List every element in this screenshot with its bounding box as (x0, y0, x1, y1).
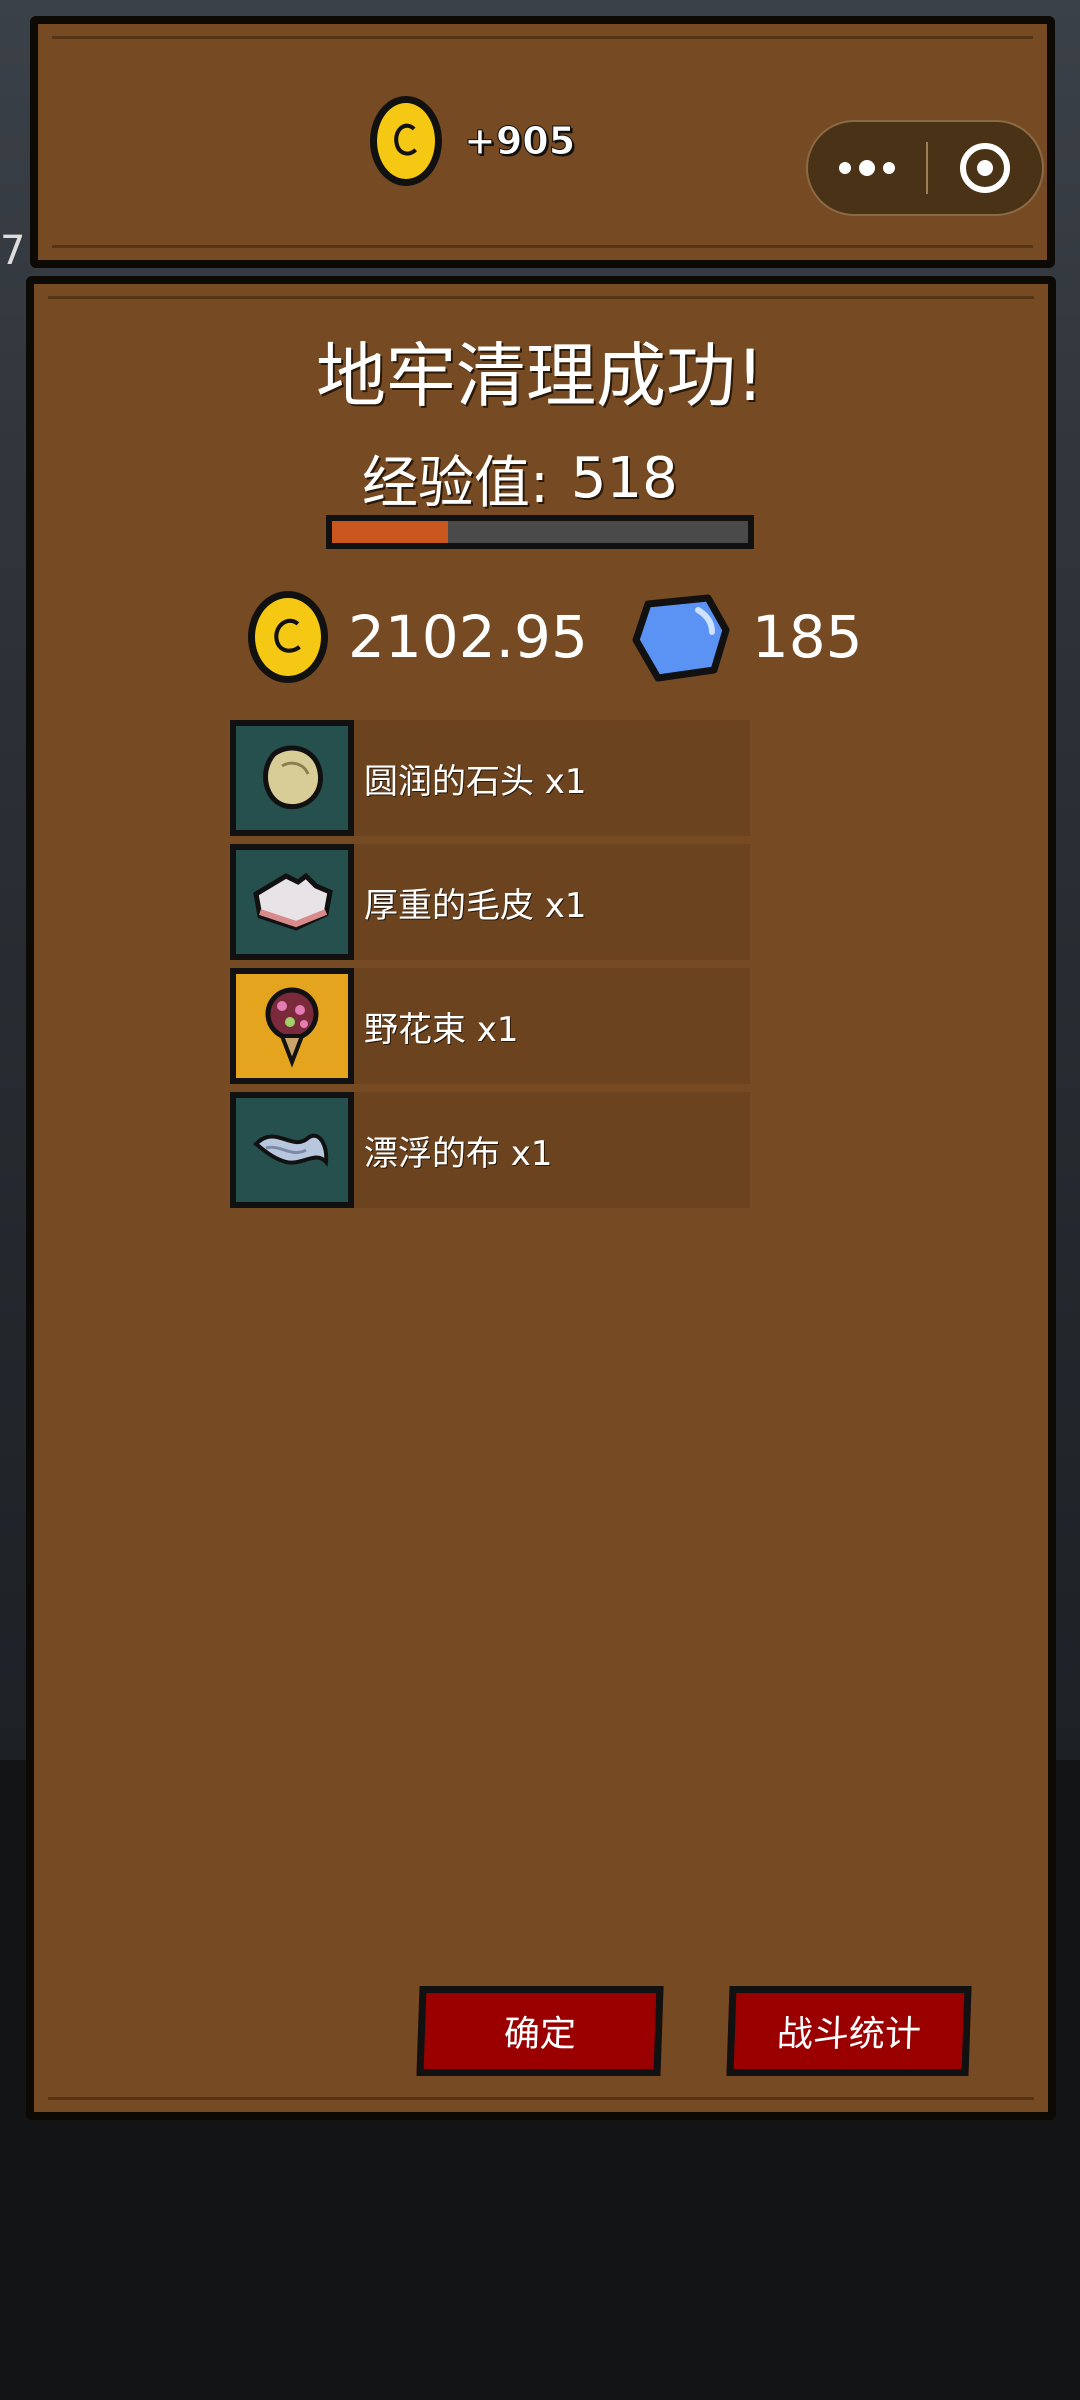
item-label: 野花束 x1 (364, 1009, 519, 1050)
gem-value: 185 (751, 603, 863, 671)
xp-label: 经验值: (362, 451, 549, 516)
target-close-icon[interactable] (928, 122, 1042, 214)
gold-coin-icon (248, 591, 328, 683)
gold-value: 2102.95 (348, 603, 588, 671)
xp-display: 经验值: 518 (362, 438, 678, 519)
list-item: 圆润的石头 x1 (230, 720, 750, 836)
list-item: 漂浮的布 x1 (230, 1092, 750, 1208)
list-item: 野花束 x1 (230, 968, 750, 1084)
battle-stats-button[interactable]: 战斗统计 (726, 1986, 972, 2076)
list-item: 厚重的毛皮 x1 (230, 844, 750, 960)
coin-icon (370, 96, 442, 186)
confirm-button[interactable]: 确定 (416, 1986, 664, 2076)
xp-progress-fill (332, 521, 449, 543)
loot-list: 圆润的石头 x1 厚重的毛皮 x1 野花束 x1 漂浮的布 x1 (230, 720, 750, 1216)
coin-gain: +905 (370, 96, 576, 186)
flower-bouquet-icon (230, 968, 354, 1084)
background-edge-text: 7 (0, 228, 26, 274)
round-stone-icon (230, 720, 354, 836)
gem-icon (628, 590, 732, 684)
xp-progress-bar (326, 515, 754, 549)
coin-gain-text: +905 (463, 119, 576, 164)
heavy-fur-icon (230, 844, 354, 960)
floating-cloth-icon (230, 1092, 354, 1208)
item-label: 漂浮的布 x1 (364, 1133, 553, 1174)
result-title: 地牢清理成功! (315, 335, 765, 417)
xp-value: 518 (570, 446, 678, 511)
item-label: 圆润的石头 x1 (364, 761, 587, 802)
currency-rewards: 2102.95 185 (248, 590, 863, 684)
item-label: 厚重的毛皮 x1 (364, 885, 587, 926)
mini-program-capsule (806, 120, 1044, 216)
more-dots-icon[interactable] (808, 122, 926, 214)
